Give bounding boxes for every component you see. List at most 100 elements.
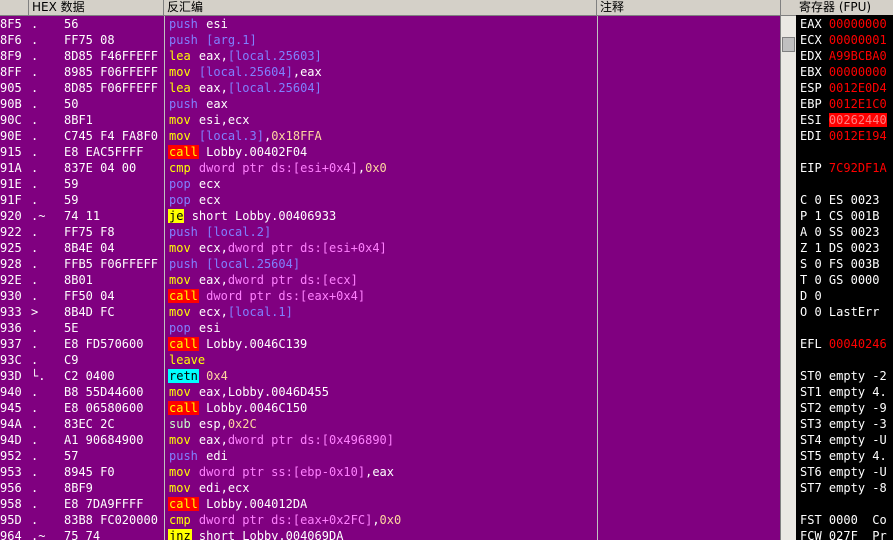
jump-marker: . <box>31 401 39 415</box>
register-value: A99BCBA0 <box>828 49 887 63</box>
mnemonic: mov <box>169 465 191 479</box>
instruction-hex: 8D85 F46FFEFF <box>64 49 158 63</box>
instruction-hex: E8 06580600 <box>64 401 144 415</box>
instruction-row[interactable]: 920 .~ 74 11 je short Lobby.00406933 <box>0 208 780 224</box>
registers-title: 寄存器 (FPU) <box>796 0 893 15</box>
disasm-column-header[interactable]: 反汇编 <box>164 0 597 15</box>
register-row[interactable]: ST3 empty -3 <box>800 416 887 432</box>
instruction-row[interactable]: 928. FFB5 F06FFEFF push [local.25604] <box>0 256 780 272</box>
instruction-row[interactable]: 90C. 8BF1 mov esi,ecx <box>0 112 780 128</box>
instruction-disasm: push eax <box>168 96 593 112</box>
register-row[interactable]: C 0 ES 0023 <box>800 192 880 208</box>
instruction-row[interactable]: 92E. 8B01 mov eax,dword ptr ds:[ecx] <box>0 272 780 288</box>
instruction-row[interactable]: 933 >8B4D FC mov ecx,[local.1] <box>0 304 780 320</box>
register-row[interactable]: O 0 LastErr <box>800 304 880 320</box>
instruction-row[interactable]: 936. 5E pop esi <box>0 320 780 336</box>
instruction-row[interactable]: 956. 8BF9 mov edi,ecx <box>0 480 780 496</box>
register-value: 0012E1C0 <box>828 97 887 111</box>
instruction-row[interactable]: 8F6. FF75 08 push [arg.1] <box>0 32 780 48</box>
instruction-row[interactable]: 964 .~ 75 74 jnz short Lobby.004069DA <box>0 528 780 540</box>
register-row[interactable]: D 0 <box>800 288 829 304</box>
register-row[interactable]: EDI 0012E194 <box>800 128 887 144</box>
instruction-row[interactable]: 91A. 837E 04 00 cmp dword ptr ds:[esi+0x4]… <box>0 160 780 176</box>
hex-column-header[interactable]: HEX 数据 <box>29 0 164 15</box>
register-row[interactable]: S 0 FS 003B <box>800 256 880 272</box>
register-row[interactable]: ECX 00000001 <box>800 32 887 48</box>
scroll-up-button[interactable] <box>781 0 796 16</box>
instruction-address: 953 <box>0 465 22 479</box>
instruction-disasm: call Lobby.004012DA <box>168 496 593 512</box>
instruction-row[interactable]: 952. 57 push edi <box>0 448 780 464</box>
register-row[interactable]: T 0 GS 0000 <box>800 272 880 288</box>
instruction-row[interactable]: 915. E8 EAC5FFFF call Lobby.00402F04 <box>0 144 780 160</box>
register-row[interactable]: EAX 00000000 <box>800 16 887 32</box>
register-row[interactable]: EFL 00040246 <box>800 336 887 352</box>
instruction-row[interactable]: 953. 8945 F0 mov dword ptr ss:[ebp-0x10],e… <box>0 464 780 480</box>
register-row[interactable]: Z 1 DS 0023 <box>800 240 880 256</box>
instruction-disasm: pop esi <box>168 320 593 336</box>
operand: dword ptr ds:[esi+0x4] <box>198 161 358 175</box>
register-row[interactable]: EBP 0012E1C0 <box>800 96 887 112</box>
register-row[interactable]: FCW 027F Pr <box>800 528 887 540</box>
register-row[interactable]: P 1 CS 001B <box>800 208 880 224</box>
register-row[interactable]: EIP 7C92DF1A <box>800 160 887 176</box>
instruction-row[interactable]: 930. FF50 04 call dword ptr ds:[eax+0x4] <box>0 288 780 304</box>
operand: eax, <box>198 273 228 287</box>
operand: 0x0 <box>379 513 402 527</box>
disasm-header: HEX 数据 反汇编 注释 <box>0 0 780 16</box>
register-row[interactable]: A 0 SS 0023 <box>800 224 880 240</box>
operand: Lobby.0046C150 <box>206 401 308 415</box>
instruction-disasm: mov ecx,[local.1] <box>168 304 593 320</box>
register-row[interactable]: EBX 00000000 <box>800 64 887 80</box>
register-row[interactable]: ST7 empty -8 <box>800 480 887 496</box>
disassembly-pane[interactable]: 8F5. 56 push esi 8F6. FF75 08 push [arg.1] 8F9… <box>0 16 780 540</box>
instruction-row[interactable]: 93D └. C2 0400 retn 0x4 <box>0 368 780 384</box>
register-value: empty -3 <box>828 417 887 431</box>
register-row[interactable]: ST0 empty -2 <box>800 368 887 384</box>
register-row[interactable]: ESI 00262440 <box>800 112 887 128</box>
instruction-row[interactable]: 945. E8 06580600 call Lobby.0046C150 <box>0 400 780 416</box>
mnemonic: lea <box>169 49 191 63</box>
register-row[interactable]: ST6 empty -U <box>800 464 887 480</box>
instruction-disasm: cmp dword ptr ds:[esi+0x4],0x0 <box>168 160 593 176</box>
jump-marker: . <box>31 225 39 239</box>
instruction-row[interactable]: 8FF. 8985 F06FFEFF mov [local.25604],eax <box>0 64 780 80</box>
instruction-row[interactable]: 91F. 59 pop ecx <box>0 192 780 208</box>
mnemonic: je <box>168 209 185 223</box>
instruction-row[interactable]: 958. E8 7DA9FFFF call Lobby.004012DA <box>0 496 780 512</box>
instruction-row[interactable]: 90B. 50 push eax <box>0 96 780 112</box>
instruction-row[interactable]: 95D. 83B8 FC020000 cmp dword ptr ds:[eax+0… <box>0 512 780 528</box>
instruction-row[interactable]: 937. E8 FD570600 call Lobby.0046C139 <box>0 336 780 352</box>
register-row[interactable]: ST4 empty -U <box>800 432 887 448</box>
instruction-row[interactable]: 8F5. 56 push esi <box>0 16 780 32</box>
register-value: empty -U <box>828 465 887 479</box>
instruction-disasm: push esi <box>168 16 593 32</box>
instruction-row[interactable]: 90E. C745 F4 FA8F0 mov [local.3],0x18FFA <box>0 128 780 144</box>
register-row[interactable]: ST1 empty 4. <box>800 384 887 400</box>
register-row[interactable]: ST5 empty 4. <box>800 448 887 464</box>
comment-column-header[interactable]: 注释 <box>597 0 780 15</box>
operand: ecx <box>198 193 221 207</box>
register-row[interactable]: ST2 empty -9 <box>800 400 887 416</box>
instruction-address: 922 <box>0 225 22 239</box>
instruction-hex: 8985 F06FFEFF <box>64 65 158 79</box>
instruction-row[interactable]: 925. 8B4E 04 mov ecx,dword ptr ds:[esi+0x4… <box>0 240 780 256</box>
instruction-row[interactable]: 940. B8 55D44600 mov eax,Lobby.0046D455 <box>0 384 780 400</box>
register-row[interactable]: ESP 0012E0D4 <box>800 80 887 96</box>
register-row[interactable]: EDX A99BCBA0 <box>800 48 887 64</box>
scroll-thumb[interactable] <box>782 37 795 52</box>
instruction-row[interactable]: 8F9. 8D85 F46FFEFF lea eax,[local.25603] <box>0 48 780 64</box>
mnemonic: mov <box>169 241 191 255</box>
register-row[interactable]: FST 0000 Co <box>800 512 887 528</box>
instruction-disasm: pop ecx <box>168 192 593 208</box>
vertical-scrollbar[interactable] <box>780 0 796 540</box>
address-column-header[interactable] <box>0 0 29 15</box>
instruction-row[interactable]: 91E. 59 pop ecx <box>0 176 780 192</box>
instruction-row[interactable]: 905. 8D85 F06FFEFF lea eax,[local.25604] <box>0 80 780 96</box>
instruction-row[interactable]: 922. FF75 F8 push [local.2] <box>0 224 780 240</box>
instruction-row[interactable]: 93C. C9 leave <box>0 352 780 368</box>
instruction-row[interactable]: 94D. A1 90684900 mov eax,dword ptr ds:[0x4… <box>0 432 780 448</box>
instruction-row[interactable]: 94A. 83EC 2C sub esp,0x2C <box>0 416 780 432</box>
instruction-disasm: mov esi,ecx <box>168 112 593 128</box>
operand: Lobby.00402F04 <box>206 145 308 159</box>
